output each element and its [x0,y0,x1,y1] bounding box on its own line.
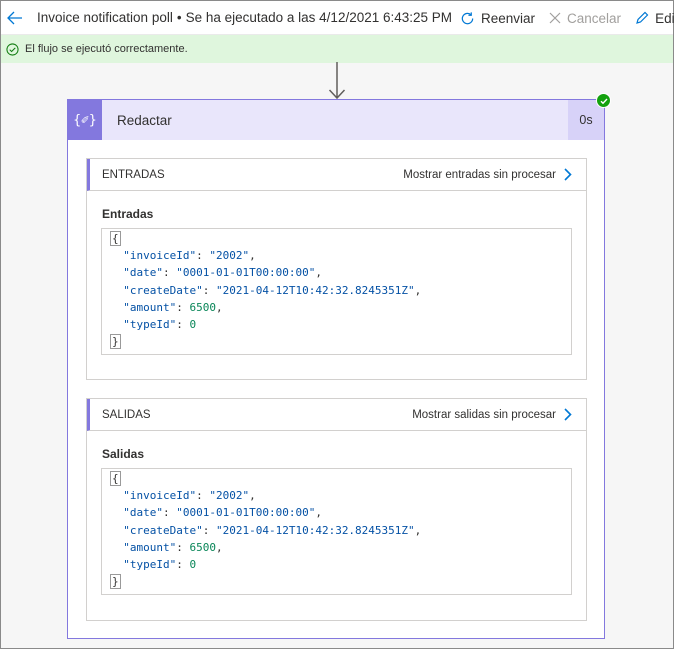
json-colon: : [163,266,177,280]
inputs-header-label: ENTRADAS [102,168,165,181]
outputs-header-label: SALIDAS [102,408,151,421]
run-status-text: Se ha ejecutado a las 4/12/2021 6:43:25 … [185,10,453,25]
json-close-brace: } [110,574,121,590]
show-raw-inputs-label: Mostrar entradas sin procesar [403,168,556,181]
success-check-icon [596,93,611,108]
json-key: "amount" [123,300,177,314]
refresh-icon [461,11,474,24]
json-line: "amount": 6500, [110,299,571,316]
json-open-brace: { [110,231,121,246]
json-value: "2002" [209,489,250,503]
json-colon: : [163,506,177,520]
json-line: "date": "0001-01-01T00:00:00", [110,504,571,521]
title-separator: • [176,10,182,25]
json-comma: , [215,300,223,314]
chevron-right-icon [564,408,572,421]
json-line: "typeId": 0 [110,316,571,333]
back-arrow-icon[interactable] [7,9,25,27]
json-key: "createDate" [123,523,203,537]
cancel-label: Cancelar [567,10,622,26]
json-value: "2002" [209,249,250,263]
json-value: 0 [189,318,197,332]
json-comma: , [414,523,422,537]
inputs-label: Entradas [102,207,154,221]
success-message: El flujo se ejecutó correctamente. [25,43,188,55]
json-comma: , [249,489,256,503]
json-open-brace: { [110,471,121,486]
pencil-icon [636,11,649,24]
json-line: "createDate": "2021-04-12T10:42:32.82453… [110,282,571,299]
json-colon: : [176,318,190,332]
compose-action-card: {✐} Redactar 0s ENTRADAS Mostrar entrada… [67,93,611,639]
json-line: "createDate": "2021-04-12T10:42:32.82453… [110,522,571,539]
json-line: "invoiceId": "2002", [110,247,571,264]
json-key: "date" [123,266,163,280]
json-colon: : [176,540,190,554]
json-colon: : [202,283,216,297]
action-buttons: Reenviar Cancelar Edita [460,1,674,35]
outputs-section-header: SALIDAS Mostrar salidas sin procesar [87,399,586,431]
json-key: "invoiceId" [123,249,197,263]
json-comma: , [315,506,322,520]
flow-name: Invoice notification poll [37,10,173,25]
json-colon: : [176,300,190,314]
compose-icon: {✐} [68,100,102,140]
json-line: "amount": 6500, [110,539,571,556]
json-close-line: } [110,333,571,350]
json-value: "0001-01-01T00:00:00" [176,506,316,520]
command-bar: Invoice notification poll • Se ha ejecutad… [1,1,674,35]
success-banner: El flujo se ejecutó correctamente. [1,35,673,63]
inputs-section: ENTRADAS Mostrar entradas sin procesar E… [86,158,587,380]
json-open-line: { [110,470,571,487]
show-raw-outputs-link[interactable]: Mostrar salidas sin procesar [412,408,572,421]
resubmit-label: Reenviar [481,10,536,26]
outputs-section: SALIDAS Mostrar salidas sin procesar Sal… [86,398,587,621]
json-value: 6500 [189,300,216,314]
json-line: "typeId": 0 [110,556,571,573]
json-colon: : [196,249,210,263]
json-line: "date": "0001-01-01T00:00:00", [110,264,571,281]
edit-label: Edita [655,10,674,26]
json-value: "2021-04-12T10:42:32.8245351Z" [215,283,415,297]
json-key: "createDate" [123,283,203,297]
json-comma: , [414,283,422,297]
json-open-line: { [110,230,571,247]
json-comma: , [315,266,322,280]
flow-connector-arrow-icon [328,62,346,100]
json-key: "typeId" [123,318,177,332]
json-value: 6500 [189,540,216,554]
cancel-button[interactable]: Cancelar [549,11,621,26]
json-key: "date" [123,506,163,520]
resubmit-button[interactable]: Reenviar [460,11,535,26]
json-value: 0 [189,558,197,572]
inputs-section-header: ENTRADAS Mostrar entradas sin procesar [87,159,586,191]
json-close-line: } [110,573,571,590]
json-line: "invoiceId": "2002", [110,487,571,504]
json-colon: : [202,523,216,537]
json-value: "0001-01-01T00:00:00" [176,266,316,280]
json-key: "amount" [123,540,177,554]
outputs-json-viewer[interactable]: { "invoiceId": "2002", "date": "0001-01-… [101,468,572,595]
json-comma: , [249,249,256,263]
show-raw-inputs-link[interactable]: Mostrar entradas sin procesar [403,168,572,181]
show-raw-outputs-label: Mostrar salidas sin procesar [412,408,556,421]
flow-title: Invoice notification poll • Se ha ejecutad… [37,10,452,25]
json-comma: , [215,540,223,554]
json-key: "invoiceId" [123,489,197,503]
json-close-brace: } [110,334,121,350]
edit-button[interactable]: Edita [635,11,674,26]
json-key: "typeId" [123,558,177,572]
json-value: "2021-04-12T10:42:32.8245351Z" [215,523,415,537]
json-colon: : [196,489,210,503]
outputs-label: Salidas [102,447,145,461]
json-colon: : [176,558,190,572]
chevron-right-icon [564,168,572,181]
check-circle-icon [6,42,19,56]
inputs-json-viewer[interactable]: { "invoiceId": "2002", "date": "0001-01-… [101,228,572,355]
card-header[interactable]: {✐} Redactar 0s [68,100,604,140]
close-icon [549,12,561,24]
card-title: Redactar [117,112,172,128]
